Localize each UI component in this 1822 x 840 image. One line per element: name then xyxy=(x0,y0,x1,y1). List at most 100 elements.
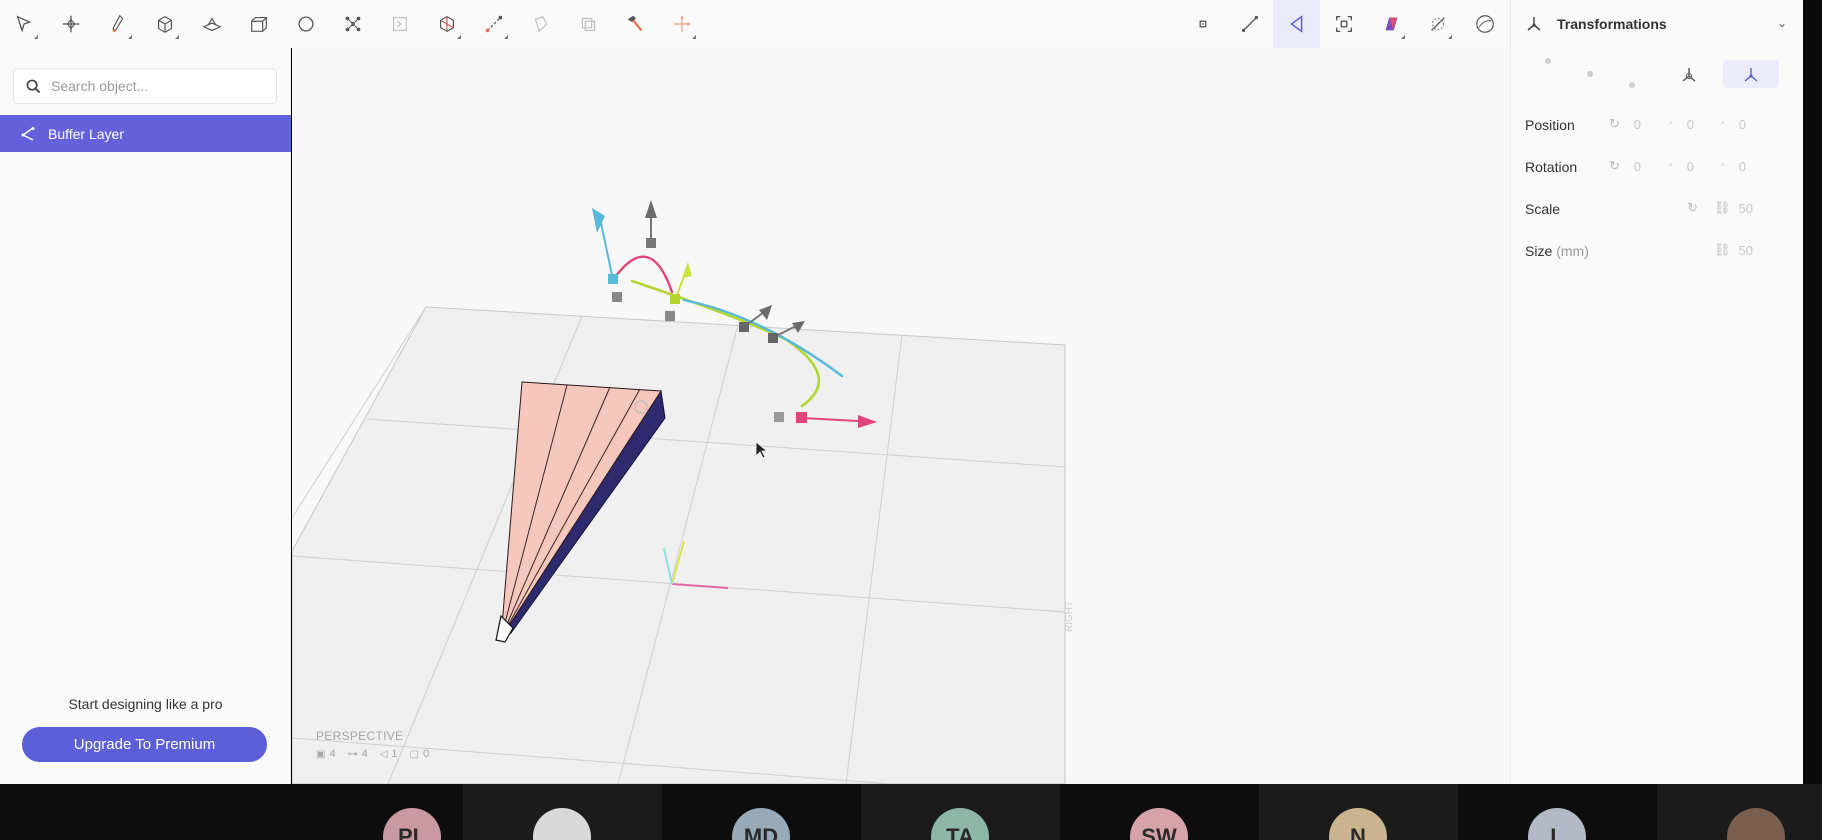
participant-tile[interactable] xyxy=(1657,784,1822,840)
participant-tile[interactable] xyxy=(463,784,662,840)
focus-button[interactable] xyxy=(1320,0,1367,48)
boolean-icon xyxy=(439,15,454,33)
vertex-select-button[interactable] xyxy=(1273,0,1320,48)
participant-avatar: SW xyxy=(1130,808,1188,840)
material-icon xyxy=(1385,17,1397,31)
participant-avatar: TA xyxy=(931,808,989,840)
rotation-z-input[interactable]: 0 xyxy=(1716,159,1746,174)
view-mode-label: PERSPECTIVE xyxy=(316,729,404,743)
select-tool-button[interactable] xyxy=(0,0,47,48)
arrow-head-yellow[interactable] xyxy=(682,262,692,278)
tool-group-left xyxy=(0,0,705,48)
circle-tool-button[interactable] xyxy=(282,0,329,48)
handle-grey[interactable] xyxy=(612,292,622,302)
global-space-button[interactable] xyxy=(1723,60,1779,88)
position-z-input[interactable]: 0 xyxy=(1716,117,1746,132)
scene-canvas[interactable]: RIGHT xyxy=(292,48,1510,784)
hide-button[interactable] xyxy=(1414,0,1461,48)
participant-tile[interactable]: MD xyxy=(662,784,861,840)
hammer-icon xyxy=(627,15,642,32)
participant-avatar: N xyxy=(1329,808,1387,840)
point-snap-button[interactable] xyxy=(1179,0,1226,48)
pen-tool-button[interactable] xyxy=(94,0,141,48)
cube-tool-button[interactable] xyxy=(141,0,188,48)
focus-icon xyxy=(1335,16,1352,32)
image-plane-tool-button[interactable] xyxy=(376,0,423,48)
layer-vertex-icon xyxy=(21,126,35,141)
submenu-indicator xyxy=(692,35,696,39)
hammer-tool-button[interactable] xyxy=(611,0,658,48)
stat-edges: ⊶ 4 xyxy=(348,748,368,760)
mirror-tool-button[interactable] xyxy=(517,0,564,48)
stat-value: 0 xyxy=(422,748,430,760)
property-label: Scale xyxy=(1525,201,1561,217)
handle-pink[interactable] xyxy=(796,412,807,423)
position-x-input[interactable]: 0 xyxy=(1611,117,1641,132)
size-input[interactable]: 50 xyxy=(1723,243,1753,258)
arrow-head-grey[interactable] xyxy=(645,200,657,218)
panel-header[interactable]: Transformations ⌄ xyxy=(1511,0,1803,48)
video-call-bar: PL MD TA SW N L xyxy=(0,784,1822,840)
participant-tile[interactable]: SW xyxy=(1060,784,1259,840)
local-space-button[interactable] xyxy=(1661,60,1717,88)
image-plane-icon xyxy=(392,16,407,32)
upgrade-button[interactable]: Upgrade To Premium xyxy=(22,727,267,762)
position-y-input[interactable]: 0 xyxy=(1664,117,1694,132)
stat-faces: ▣ 4 xyxy=(316,748,336,760)
extrude-icon xyxy=(201,17,222,32)
handle-blue[interactable] xyxy=(608,274,618,284)
circle-shape-icon xyxy=(297,16,314,32)
layer-label: Buffer Layer xyxy=(48,125,125,142)
pivot-dot[interactable] xyxy=(1629,82,1635,88)
add-point-tool-button[interactable] xyxy=(47,0,94,48)
chevron-down-icon[interactable]: ⌄ xyxy=(1777,16,1787,30)
axis-transform-icon xyxy=(673,15,690,33)
search-icon xyxy=(26,79,41,93)
extrude-tool-button[interactable] xyxy=(188,0,235,48)
edge-select-button[interactable] xyxy=(1226,0,1273,48)
transformations-panel: Transformations ⌄ Position ↻ 0 • 0 • 0 R… xyxy=(1510,0,1803,784)
array-icon xyxy=(581,17,595,32)
submenu-indicator xyxy=(1401,35,1405,39)
participant-tile[interactable]: L xyxy=(1458,784,1657,840)
3d-viewport[interactable]: RIGHT PERSPECTIVE ▣ 4 ⊶ 4 ◁ 1 ▢ 0 xyxy=(292,48,1510,784)
select-arrow-icon xyxy=(16,15,31,33)
handle-grey[interactable] xyxy=(768,333,778,343)
pivot-dot[interactable] xyxy=(1587,71,1593,77)
nodes-tool-button[interactable] xyxy=(329,0,376,48)
rotation-x-input[interactable]: 0 xyxy=(1611,159,1641,174)
reset-icon[interactable]: ↻ xyxy=(1687,200,1698,216)
arrow-head-grey[interactable] xyxy=(759,305,772,320)
handle-grey[interactable] xyxy=(774,412,784,422)
box-open-tool-button[interactable] xyxy=(235,0,282,48)
sphere-view-button[interactable] xyxy=(1461,0,1508,48)
pivot-dot[interactable] xyxy=(1545,58,1551,64)
handle-grey[interactable] xyxy=(646,238,656,248)
rotation-y-input[interactable]: 0 xyxy=(1664,159,1694,174)
path-icon xyxy=(485,15,502,33)
axis-transform-tool-button[interactable] xyxy=(658,0,705,48)
search-box[interactable] xyxy=(13,68,277,104)
scale-row: Scale ↻ ⛓ 50 xyxy=(1511,188,1803,230)
participant-tile[interactable]: N xyxy=(1259,784,1458,840)
handle-green[interactable] xyxy=(670,294,680,304)
material-button[interactable] xyxy=(1367,0,1414,48)
scale-input[interactable]: 50 xyxy=(1723,201,1753,216)
promo-text: Start designing like a pro xyxy=(68,696,223,712)
rotation-row: Rotation ↻ 0 • 0 • 0 xyxy=(1511,146,1803,188)
handle-grey[interactable] xyxy=(665,311,675,321)
property-label: Position xyxy=(1525,117,1575,133)
handle-grey[interactable] xyxy=(739,322,749,332)
participant-tile[interactable]: TA xyxy=(861,784,1060,840)
submenu-indicator xyxy=(34,35,38,39)
search-input[interactable] xyxy=(51,78,271,94)
boolean-tool-button[interactable] xyxy=(423,0,470,48)
face-count-icon: ▣ xyxy=(316,748,326,760)
curve-pink xyxy=(611,255,674,294)
array-tool-button[interactable] xyxy=(564,0,611,48)
edge-icon xyxy=(1241,15,1258,33)
side-label: RIGHT xyxy=(1064,601,1075,632)
path-tool-button[interactable] xyxy=(470,0,517,48)
transform-axes-icon xyxy=(1527,17,1541,31)
layer-item-buffer[interactable]: Buffer Layer xyxy=(0,115,291,152)
